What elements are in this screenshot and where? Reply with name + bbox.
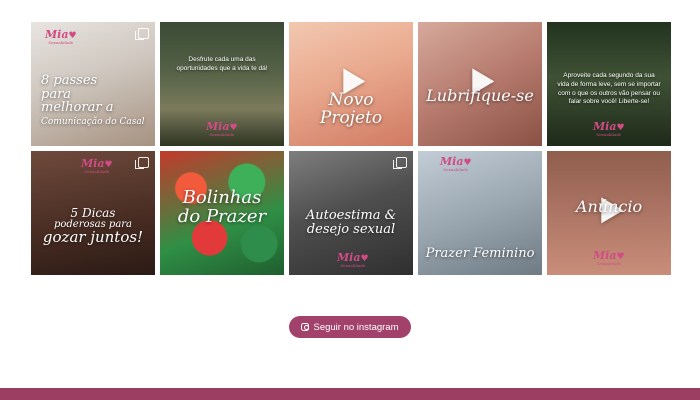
post-text: Aproveite cada segundo da sua vida de fo… bbox=[557, 72, 661, 106]
instagram-post-7[interactable]: Bolinhas do Prazer bbox=[160, 151, 284, 275]
instagram-post-9[interactable]: Mia♥ Sexualidade Prazer Feminino bbox=[418, 151, 542, 275]
instagram-post-5[interactable]: Aproveite cada segundo da sua vida de fo… bbox=[547, 22, 671, 146]
post-caption: Bolinhas do Prazer bbox=[177, 187, 267, 227]
multi-photo-icon bbox=[393, 157, 407, 169]
follow-button-label: Seguir no instagram bbox=[313, 321, 399, 333]
post-caption: Autoestima & desejo sexual bbox=[305, 208, 397, 237]
post-text: Desfrute cada uma das oportunidades que … bbox=[176, 56, 268, 72]
follow-instagram-button[interactable]: Seguir no instagram bbox=[289, 316, 411, 338]
instagram-post-3[interactable]: Novo Projeto bbox=[289, 22, 413, 146]
post-caption: 5 Dicas poderosas para gozar juntos! bbox=[42, 206, 144, 247]
instagram-post-2[interactable]: Desfrute cada uma das oportunidades que … bbox=[160, 22, 284, 146]
post-caption: Lubrifique-se bbox=[426, 86, 534, 105]
instagram-post-6[interactable]: Mia♥ Sexualidade 5 Dicas poderosas para g… bbox=[31, 151, 155, 275]
post-caption: Prazer Feminino bbox=[425, 246, 535, 261]
multi-photo-icon bbox=[135, 157, 149, 169]
mia-logo: Mia♥ Sexualidade bbox=[593, 249, 625, 266]
footer-bar bbox=[0, 388, 700, 400]
multi-photo-icon bbox=[135, 28, 149, 40]
mia-logo: Mia♥ Sexualidade bbox=[45, 28, 77, 45]
instagram-post-1[interactable]: Mia♥ Sexualidade 8 passes para melhorar a… bbox=[31, 22, 155, 146]
mia-logo: Mia♥ Sexualidade bbox=[593, 120, 625, 137]
instagram-post-4[interactable]: Lubrifique-se bbox=[418, 22, 542, 146]
mia-logo: Mia♥ Sexualidade bbox=[440, 155, 472, 172]
post-caption: 8 passes para melhorar a Comunicação do … bbox=[41, 73, 145, 127]
post-caption: Anúncio bbox=[575, 197, 643, 216]
instagram-post-10[interactable]: Anúncio Mia♥ Sexualidade bbox=[547, 151, 671, 275]
post-caption: Novo Projeto bbox=[319, 90, 383, 128]
mia-logo: Mia♥ Sexualidade bbox=[81, 157, 113, 174]
mia-logo: Mia♥ Sexualidade bbox=[337, 251, 369, 268]
mia-logo: Mia♥ Sexualidade bbox=[206, 120, 238, 137]
instagram-feed-grid: Mia♥ Sexualidade 8 passes para melhorar a… bbox=[31, 22, 671, 275]
instagram-icon bbox=[301, 323, 310, 331]
instagram-post-8[interactable]: Autoestima & desejo sexual Mia♥ Sexualida… bbox=[289, 151, 413, 275]
